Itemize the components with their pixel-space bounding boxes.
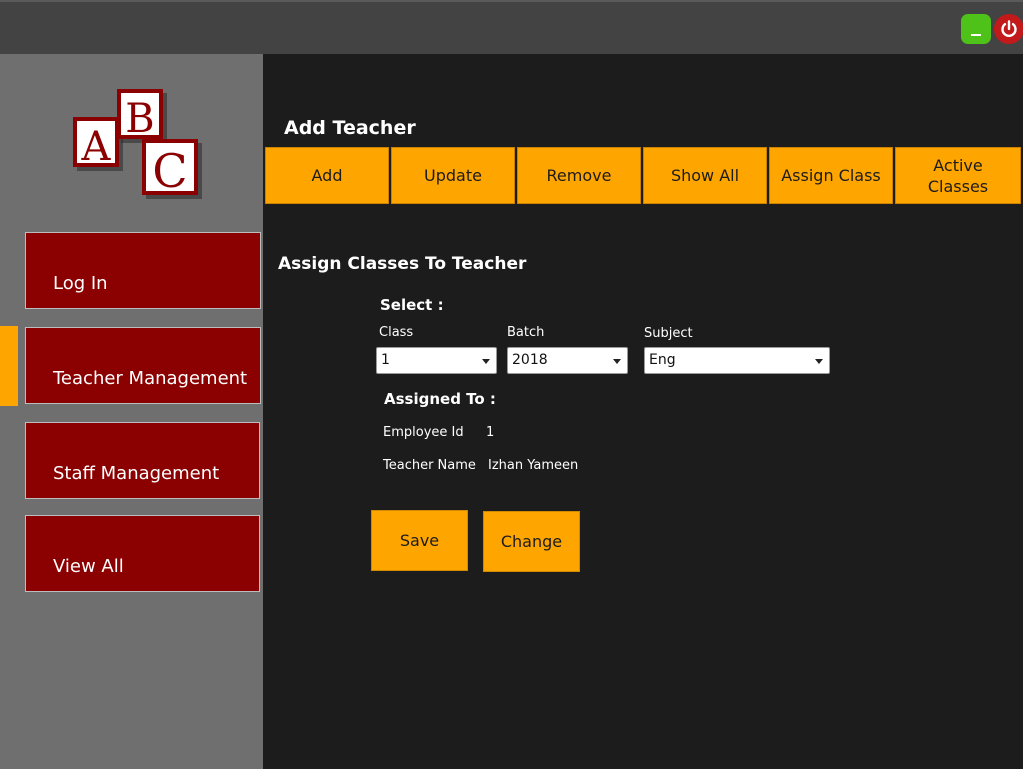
minimize-icon[interactable] bbox=[961, 14, 991, 44]
page-title: Add Teacher bbox=[284, 117, 416, 139]
subject-select-value: Eng bbox=[649, 352, 676, 368]
logo-letter-b: B bbox=[125, 96, 154, 142]
batch-select[interactable]: 2018 bbox=[507, 347, 628, 374]
class-select[interactable]: 1 bbox=[376, 347, 497, 374]
class-select-value: 1 bbox=[381, 352, 390, 368]
title-bar bbox=[0, 0, 1023, 54]
section-title: Assign Classes To Teacher bbox=[278, 254, 527, 274]
main-panel: Add Teacher Add Update Remove Show All A… bbox=[263, 54, 1023, 769]
power-icon[interactable] bbox=[994, 14, 1023, 44]
teacher-name-label: Teacher Name bbox=[383, 458, 476, 473]
chevron-down-icon bbox=[815, 359, 823, 364]
tab-show-all[interactable]: Show All bbox=[643, 147, 767, 204]
subject-label: Subject bbox=[644, 326, 693, 341]
employee-id-label: Employee Id bbox=[383, 425, 464, 440]
sidebar: A B C Log In Teacher Management Staff Ma… bbox=[0, 54, 263, 769]
subject-select[interactable]: Eng bbox=[644, 347, 830, 374]
logo-letter-c: C bbox=[152, 144, 187, 198]
tab-active-classes[interactable]: Active Classes bbox=[895, 147, 1021, 204]
sidebar-item-teacher-management[interactable]: Teacher Management bbox=[25, 327, 261, 404]
class-label: Class bbox=[379, 325, 414, 340]
select-heading: Select : bbox=[380, 296, 444, 314]
sidebar-item-view-all[interactable]: View All bbox=[25, 515, 260, 592]
sidebar-item-label: Log In bbox=[53, 273, 108, 294]
tab-add[interactable]: Add bbox=[265, 147, 389, 204]
assigned-heading: Assigned To : bbox=[384, 390, 496, 408]
tab-remove[interactable]: Remove bbox=[517, 147, 641, 204]
active-item-marker bbox=[0, 326, 18, 406]
batch-select-value: 2018 bbox=[512, 352, 548, 368]
chevron-down-icon bbox=[482, 359, 490, 364]
tab-update[interactable]: Update bbox=[391, 147, 515, 204]
save-button[interactable]: Save bbox=[371, 510, 468, 571]
logo-letter-a: A bbox=[81, 124, 112, 170]
chevron-down-icon bbox=[613, 359, 621, 364]
batch-label: Batch bbox=[507, 325, 545, 340]
teacher-name-value: Izhan Yameen bbox=[488, 458, 579, 473]
sidebar-item-label: Teacher Management bbox=[53, 368, 248, 389]
sidebar-item-label: View All bbox=[53, 556, 124, 577]
sidebar-item-log-in[interactable]: Log In bbox=[25, 232, 261, 309]
abc-logo: A B C bbox=[62, 84, 207, 202]
sidebar-item-label: Staff Management bbox=[53, 463, 220, 484]
sidebar-item-staff-management[interactable]: Staff Management bbox=[25, 422, 260, 499]
employee-id-value: 1 bbox=[486, 425, 495, 440]
change-button[interactable]: Change bbox=[483, 511, 580, 572]
tab-assign-class[interactable]: Assign Class bbox=[769, 147, 893, 204]
